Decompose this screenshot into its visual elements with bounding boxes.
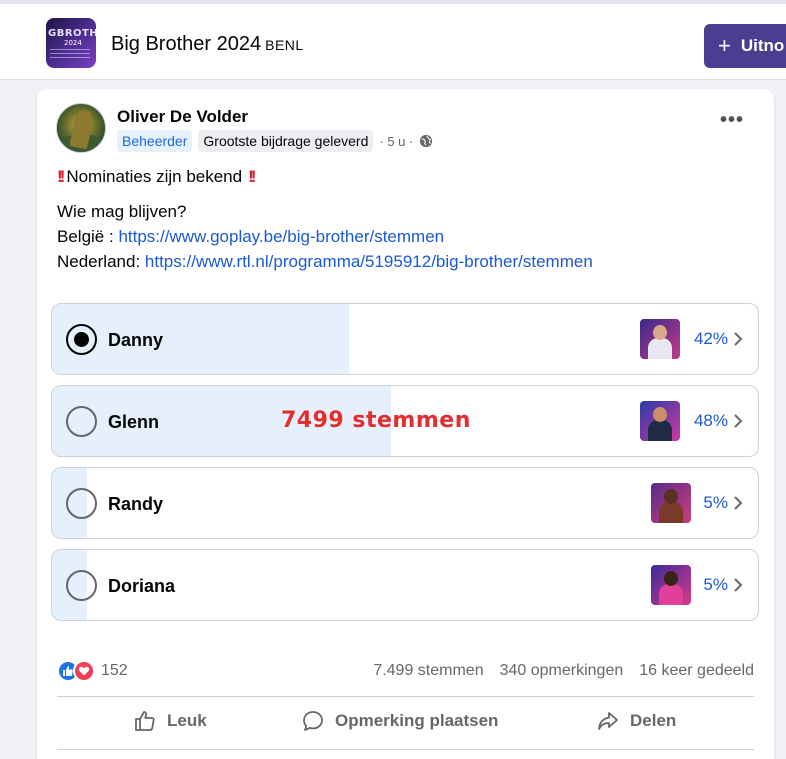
option-percentage: 5%	[703, 575, 728, 594]
netherlands-link[interactable]: https://www.rtl.nl/programma/5195912/big…	[145, 252, 593, 271]
photo-body	[659, 502, 683, 523]
chevron-right-icon[interactable]	[733, 413, 743, 429]
headline-text: Nominaties zijn bekend	[66, 167, 243, 186]
post-stats: 7.499 stemmen 340 opmerkingen 16 keer ge…	[373, 662, 754, 680]
photo-head	[664, 489, 678, 504]
photo-head	[653, 407, 667, 422]
photo-body	[648, 420, 672, 441]
option-percentage: 48%	[693, 411, 728, 430]
divider	[57, 696, 754, 697]
radio-button[interactable]	[66, 570, 97, 601]
logo-line	[50, 49, 90, 50]
poll-option-doriana[interactable]: Doriana 5%	[51, 549, 759, 621]
reaction-count: 152	[101, 662, 128, 679]
share-button[interactable]: Delen	[596, 709, 676, 733]
author-name[interactable]: Oliver De Volder	[117, 107, 248, 127]
comment-label: Opmerking plaatsen	[335, 711, 499, 730]
votes-count[interactable]: 7.499 stemmen	[373, 662, 483, 680]
post-headline: !! Nominaties zijn bekend!!	[57, 167, 257, 187]
comments-count[interactable]: 340 opmerkingen	[500, 662, 624, 680]
photo-body	[659, 584, 683, 605]
radio-button-selected[interactable]	[66, 324, 97, 355]
group-title[interactable]: Big Brother 2024 BENL	[111, 33, 304, 56]
group-header: GBROTHE 2024 Big Brother 2024BENL + Uitn…	[0, 0, 786, 80]
like-button[interactable]: Leuk	[133, 709, 207, 733]
like-label: Leuk	[167, 711, 207, 730]
option-label: Doriana	[108, 576, 176, 596]
belgium-line: België : https://www.goplay.be/big-broth…	[57, 227, 444, 247]
option-label: Danny	[108, 330, 164, 350]
netherlands-line: Nederland: https://www.rtl.nl/programma/…	[57, 252, 593, 272]
logo-line	[50, 53, 90, 54]
logo-line	[50, 57, 90, 58]
belgium-label: België :	[57, 227, 114, 246]
love-reaction-icon	[73, 660, 95, 682]
comment-button[interactable]: Opmerking plaatsen	[301, 709, 498, 733]
double-exclamation-icon: !!	[248, 167, 257, 186]
chevron-right-icon[interactable]	[733, 577, 743, 593]
globe-icon	[420, 134, 433, 148]
poll-option-danny[interactable]: Danny 42%	[51, 303, 759, 375]
option-percentage: 42%	[693, 329, 728, 348]
group-title-text: Big Brother 2024	[111, 33, 262, 55]
share-arrow-icon	[598, 712, 618, 730]
contributor-badge[interactable]: Grootste bijdrage geleverd	[198, 130, 374, 152]
belgium-link[interactable]: https://www.goplay.be/big-brother/stemme…	[118, 227, 444, 246]
double-exclamation-icon: !!	[57, 167, 66, 186]
comment-bubble-icon	[303, 711, 323, 731]
photo-head	[664, 571, 678, 586]
candidate-photo[interactable]	[651, 483, 691, 523]
admin-badge[interactable]: Beheerder	[117, 130, 193, 152]
option-label: Randy	[108, 494, 164, 514]
group-logo[interactable]: GBROTHE 2024	[46, 18, 96, 68]
chevron-right-icon[interactable]	[733, 495, 743, 511]
group-logo-text: GBROTHE	[48, 28, 96, 39]
photo-head	[653, 325, 667, 340]
poll-option-randy[interactable]: Randy 5%	[51, 467, 759, 539]
photo-body	[648, 338, 672, 359]
chevron-right-icon[interactable]	[733, 331, 743, 347]
candidate-photo[interactable]	[651, 565, 691, 605]
thumbs-up-icon	[135, 711, 155, 731]
reactions-summary[interactable]: 152	[57, 660, 128, 682]
netherlands-label: Nederland:	[57, 252, 141, 271]
author-meta: Beheerder Grootste bijdrage geleverd · 5…	[117, 130, 433, 152]
post-question: Wie mag blijven?	[57, 202, 187, 221]
group-title-suffix: BENL	[265, 37, 304, 53]
radio-button[interactable]	[66, 488, 97, 519]
option-label: Glenn	[108, 412, 160, 432]
shares-count[interactable]: 16 keer gedeeld	[639, 662, 754, 680]
avatar[interactable]	[56, 103, 106, 153]
group-logo-year: 2024	[64, 39, 82, 47]
share-label: Delen	[630, 711, 677, 730]
plus-icon: +	[718, 33, 731, 58]
candidate-photo[interactable]	[640, 401, 680, 441]
invite-label: Uitno	[740, 36, 785, 55]
vote-total-overlay: 7499 stemmen	[281, 408, 471, 433]
more-options-icon[interactable]: •••	[720, 110, 744, 130]
option-percentage: 5%	[703, 493, 728, 512]
divider	[57, 749, 754, 750]
post-time[interactable]: · 5 u ·	[379, 134, 413, 149]
invite-button[interactable]: + Uitno	[704, 24, 786, 68]
candidate-photo[interactable]	[640, 319, 680, 359]
radio-button[interactable]	[66, 406, 97, 437]
